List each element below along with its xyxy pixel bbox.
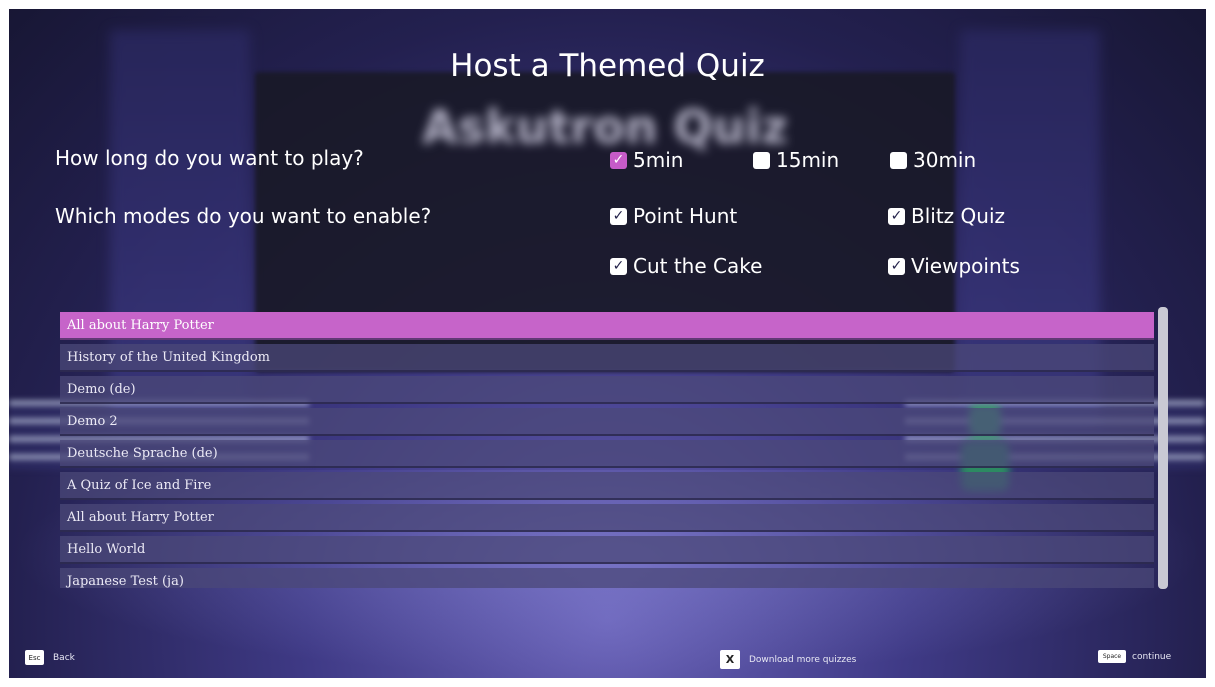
quiz-list-item[interactable]: Deutsche Sprache (de) <box>60 440 1154 468</box>
duration-option-5min[interactable]: ✓ 5min <box>610 148 683 172</box>
checkbox-unchecked-icon <box>890 151 907 169</box>
quiz-list-item[interactable]: All about Harry Potter <box>60 312 1154 340</box>
modes-question-label: Which modes do you want to enable? <box>55 204 432 228</box>
continue-label: continue <box>1132 651 1172 662</box>
mode-option-label: Point Hunt <box>633 204 738 228</box>
quiz-list-scrollbar[interactable] <box>1158 307 1168 589</box>
space-key-icon: Space <box>1098 650 1126 663</box>
scrollbar-thumb[interactable] <box>1158 307 1168 589</box>
checkbox-checked-icon: ✓ <box>610 257 627 275</box>
checkbox-unchecked-icon <box>753 151 770 169</box>
quiz-list-item[interactable]: Demo 2 <box>60 408 1154 436</box>
duration-option-30min[interactable]: 30min <box>890 148 976 172</box>
back-button[interactable]: Esc Back <box>25 650 75 665</box>
checkbox-checked-icon: ✓ <box>610 207 627 225</box>
quiz-list-item[interactable]: Demo (de) <box>60 376 1154 404</box>
mode-option-label: Viewpoints <box>911 254 1020 278</box>
mode-option-point-hunt[interactable]: ✓ Point Hunt <box>610 204 737 228</box>
quiz-list-item[interactable]: All about Harry Potter <box>60 504 1154 532</box>
checkbox-checked-icon: ✓ <box>888 207 905 225</box>
mode-option-label: Cut the Cake <box>633 254 763 278</box>
esc-key-icon: Esc <box>25 650 44 665</box>
duration-option-label: 5min <box>633 148 684 172</box>
duration-option-label: 30min <box>913 148 977 172</box>
checkbox-checked-icon: ✓ <box>888 257 905 275</box>
duration-option-label: 15min <box>776 148 840 172</box>
quiz-list-item[interactable]: Japanese Test (ja) <box>60 568 1154 588</box>
mode-option-cut-the-cake[interactable]: ✓ Cut the Cake <box>610 254 762 278</box>
quiz-list-item[interactable]: History of the United Kingdom <box>60 344 1154 372</box>
checkbox-checked-icon: ✓ <box>610 151 627 169</box>
mode-option-blitz-quiz[interactable]: ✓ Blitz Quiz <box>888 204 1005 228</box>
quiz-list-item[interactable]: A Quiz of Ice and Fire <box>60 472 1154 500</box>
mode-option-viewpoints[interactable]: ✓ Viewpoints <box>888 254 1020 278</box>
mode-option-label: Blitz Quiz <box>911 204 1006 228</box>
duration-option-15min[interactable]: 15min <box>753 148 839 172</box>
download-more-quizzes-button[interactable]: X Download more quizzes <box>720 650 856 669</box>
page-title: Host a Themed Quiz <box>450 48 765 84</box>
quiz-list: All about Harry Potter History of the Un… <box>60 312 1154 588</box>
duration-question-label: How long do you want to play? <box>55 146 364 170</box>
back-label: Back <box>53 652 75 663</box>
x-key-icon: X <box>720 650 740 669</box>
download-label: Download more quizzes <box>749 654 857 665</box>
quiz-list-item[interactable]: Hello World <box>60 536 1154 564</box>
continue-button[interactable]: Space continue <box>1098 650 1171 663</box>
